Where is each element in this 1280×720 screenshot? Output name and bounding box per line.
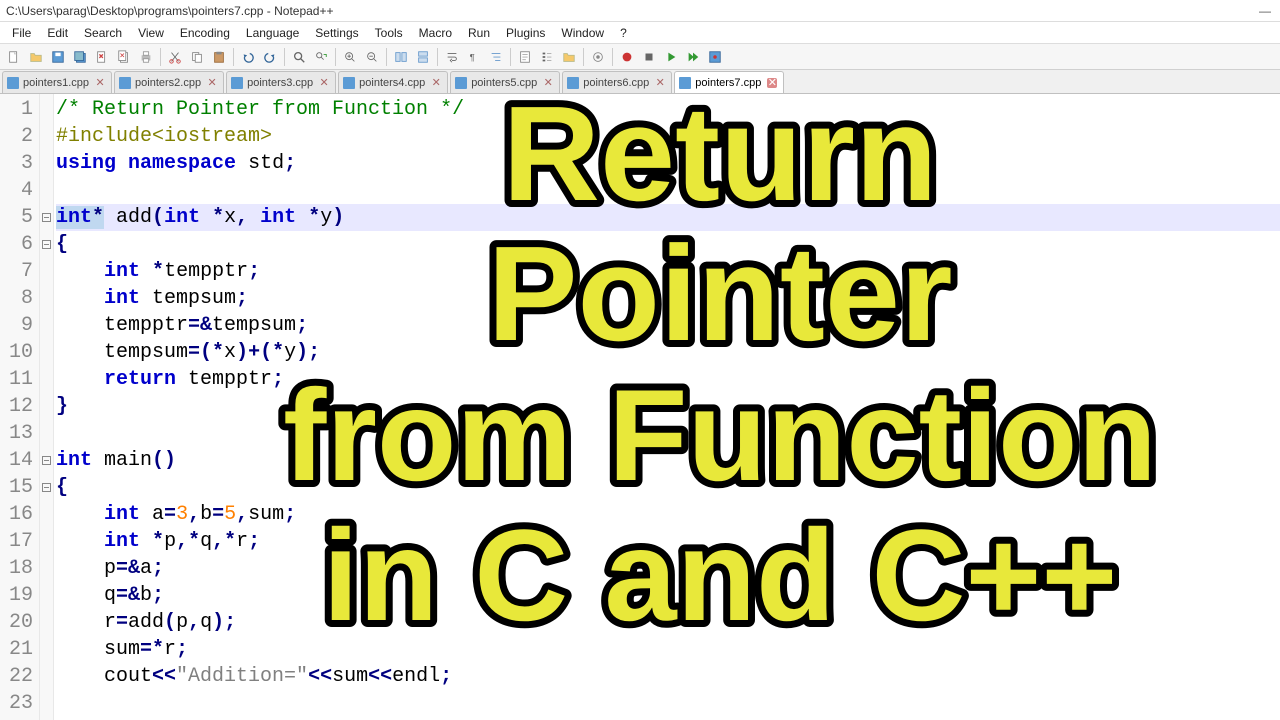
menu-settings[interactable]: Settings [309,24,364,42]
window-controls: — [1256,4,1274,18]
code-area[interactable]: /* Return Pointer from Function */#inclu… [54,94,1280,720]
doc-map-icon[interactable] [515,47,535,67]
tab-close-icon[interactable]: ✕ [95,78,105,88]
close-file-icon[interactable] [92,47,112,67]
monitor-icon[interactable] [588,47,608,67]
menu-plugins[interactable]: Plugins [500,24,551,42]
func-list-icon[interactable] [537,47,557,67]
tab-pointers1-cpp[interactable]: pointers1.cpp ✕ [2,71,112,93]
copy-icon[interactable] [187,47,207,67]
file-icon [231,77,243,89]
toolbar: ¶ [0,44,1280,70]
redo-icon[interactable] [260,47,280,67]
record-macro-icon[interactable] [617,47,637,67]
tab-close-icon[interactable]: ✕ [319,78,329,88]
menu-file[interactable]: File [6,24,37,42]
tab-pointers4-cpp[interactable]: pointers4.cpp ✕ [338,71,448,93]
stop-macro-icon[interactable] [639,47,659,67]
line-number-gutter: 1234567891011121314151617181920212223 [0,94,40,720]
tab-close-icon[interactable]: ✕ [543,78,553,88]
tab-close-icon[interactable]: ✕ [767,78,777,88]
tab-close-icon[interactable]: ✕ [431,78,441,88]
window-title: C:\Users\parag\Desktop\programs\pointers… [6,4,334,18]
menu-window[interactable]: Window [555,24,610,42]
minimize-button[interactable]: — [1256,4,1274,18]
menu-search[interactable]: Search [78,24,128,42]
file-icon [119,77,131,89]
close-all-icon[interactable] [114,47,134,67]
tab-label: pointers3.cpp [247,77,313,89]
file-icon [343,77,355,89]
menu-tools[interactable]: Tools [369,24,409,42]
file-icon [567,77,579,89]
wordwrap-icon[interactable] [442,47,462,67]
tab-pointers5-cpp[interactable]: pointers5.cpp ✕ [450,71,560,93]
tab-label: pointers1.cpp [23,77,89,89]
tab-label: pointers6.cpp [583,77,649,89]
zoom-out-icon[interactable] [362,47,382,67]
editor[interactable]: 1234567891011121314151617181920212223 /*… [0,94,1280,720]
tab-pointers7-cpp[interactable]: pointers7.cpp ✕ [674,71,784,93]
menu-run[interactable]: Run [462,24,496,42]
menu-language[interactable]: Language [240,24,305,42]
undo-icon[interactable] [238,47,258,67]
tab-label: pointers4.cpp [359,77,425,89]
play-macro-icon[interactable] [661,47,681,67]
folder-panel-icon[interactable] [559,47,579,67]
file-icon [679,77,691,89]
sync-vscroll-icon[interactable] [391,47,411,67]
file-icon [455,77,467,89]
save-all-icon[interactable] [70,47,90,67]
new-file-icon[interactable] [4,47,24,67]
cut-icon[interactable] [165,47,185,67]
tab-pointers6-cpp[interactable]: pointers6.cpp ✕ [562,71,672,93]
zoom-in-icon[interactable] [340,47,360,67]
paste-icon[interactable] [209,47,229,67]
find-icon[interactable] [289,47,309,67]
tab-pointers2-cpp[interactable]: pointers2.cpp ✕ [114,71,224,93]
menubar: FileEditSearchViewEncodingLanguageSettin… [0,22,1280,44]
menu-encoding[interactable]: Encoding [174,24,236,42]
tab-bar: pointers1.cpp✕pointers2.cpp✕pointers3.cp… [0,70,1280,94]
indent-guide-icon[interactable] [486,47,506,67]
play-multi-icon[interactable] [683,47,703,67]
replace-icon[interactable] [311,47,331,67]
menu-view[interactable]: View [132,24,170,42]
show-chars-icon[interactable]: ¶ [464,47,484,67]
save-icon[interactable] [48,47,68,67]
open-file-icon[interactable] [26,47,46,67]
tab-label: pointers5.cpp [471,77,537,89]
file-icon [7,77,19,89]
menu-?[interactable]: ? [614,24,633,42]
save-macro-icon[interactable] [705,47,725,67]
menu-macro[interactable]: Macro [413,24,458,42]
sync-hscroll-icon[interactable] [413,47,433,67]
titlebar: C:\Users\parag\Desktop\programs\pointers… [0,0,1280,22]
tab-close-icon[interactable]: ✕ [655,78,665,88]
print-icon[interactable] [136,47,156,67]
fold-gutter [40,94,54,720]
tab-pointers3-cpp[interactable]: pointers3.cpp ✕ [226,71,336,93]
menu-edit[interactable]: Edit [41,24,74,42]
tab-close-icon[interactable]: ✕ [207,78,217,88]
tab-label: pointers7.cpp [695,77,761,89]
tab-label: pointers2.cpp [135,77,201,89]
svg-text:¶: ¶ [470,52,475,63]
